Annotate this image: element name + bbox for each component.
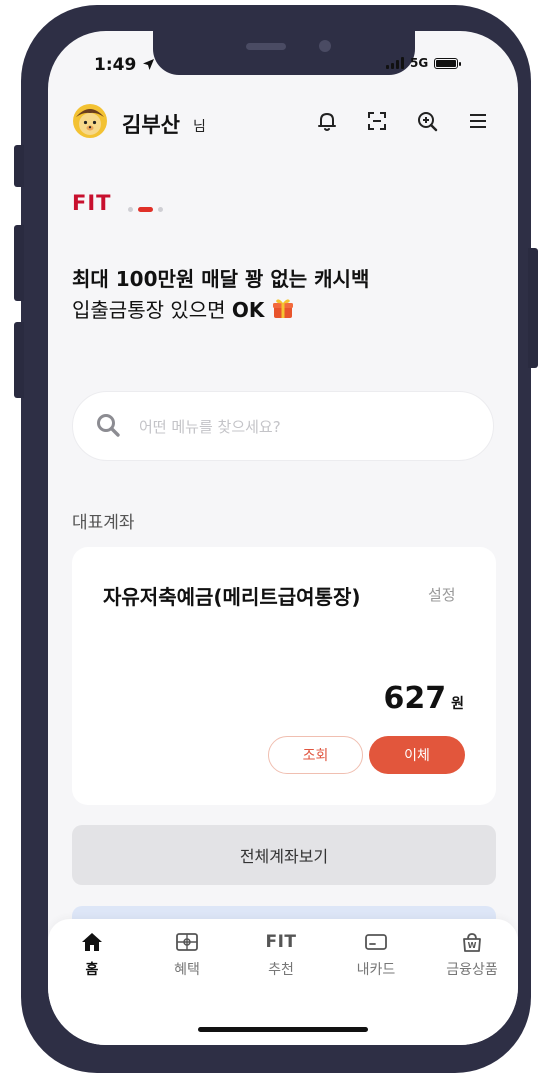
section-title: 대표계좌 xyxy=(72,513,135,533)
user-suffix: 님 xyxy=(193,119,206,135)
nav-item-benefits[interactable]: 혜택 xyxy=(152,931,222,979)
fit-icon-text: FIT xyxy=(265,932,297,952)
nav-item-my-card[interactable]: 내카드 xyxy=(341,931,411,979)
home-indicator[interactable] xyxy=(198,1027,368,1032)
mute-switch xyxy=(14,145,24,187)
carousel-indicator[interactable] xyxy=(128,207,163,212)
brand-logo: FIT xyxy=(72,191,112,215)
search-bar[interactable]: 어떤 메뉴를 찾으세요? xyxy=(72,391,494,461)
battery-icon xyxy=(434,57,462,69)
search-input[interactable]: 어떤 메뉴를 찾으세요? xyxy=(139,416,281,437)
volume-down-button xyxy=(14,322,24,398)
speaker xyxy=(246,43,286,50)
location-arrow-icon xyxy=(143,59,155,70)
nav-label: 추천 xyxy=(268,962,294,978)
account-settings-link[interactable]: 설정 xyxy=(428,584,456,605)
nav-label: 홈 xyxy=(85,962,99,978)
card-icon xyxy=(341,931,411,953)
promo-line-2-text: 입출금통장 있으면 xyxy=(72,298,232,322)
account-name: 자유저축예금(메리트급여통장) xyxy=(103,585,361,609)
search-icon xyxy=(95,412,121,442)
time-text: 1:49 xyxy=(94,55,137,75)
nav-item-recommend[interactable]: FIT 추천 xyxy=(246,931,316,979)
promo-line-1: 최대 100만원 매달 꽝 없는 캐시백 xyxy=(72,267,370,291)
scan-icon[interactable] xyxy=(363,107,391,135)
bell-icon[interactable] xyxy=(313,107,341,135)
app-header: 김부산 님 xyxy=(72,103,496,143)
balance-currency: 원 xyxy=(451,696,464,712)
home-icon xyxy=(57,931,127,953)
user-name: 김부산 xyxy=(122,113,180,137)
nav-item-financial-products[interactable]: W 금융상품 xyxy=(437,931,507,979)
signal-icon xyxy=(386,57,404,69)
promo-ok-text: OK xyxy=(231,298,265,322)
carousel-dot xyxy=(158,207,163,212)
account-balance: 627 원 xyxy=(383,681,464,716)
svg-text:W: W xyxy=(468,941,477,950)
transfer-button[interactable]: 이체 xyxy=(369,736,465,774)
network-type: 5G xyxy=(410,56,429,70)
carousel-dot-active xyxy=(138,207,153,212)
volume-up-button xyxy=(14,225,24,301)
zoom-in-icon[interactable] xyxy=(413,107,441,135)
nav-label: 금융상품 xyxy=(446,962,498,978)
carousel-dot xyxy=(128,207,133,212)
benefit-icon xyxy=(152,931,222,953)
front-camera xyxy=(319,40,331,52)
inquiry-button[interactable]: 조회 xyxy=(268,736,363,774)
menu-icon[interactable] xyxy=(464,107,492,135)
nav-item-home[interactable]: 홈 xyxy=(57,931,127,979)
app-screen: 1:49 5G 김부산 님 FIT 최대 100만원 매달 꽝 없는 캐시백 입… xyxy=(48,31,518,1045)
status-indicators: 5G xyxy=(386,56,462,70)
nav-label: 내카드 xyxy=(356,962,396,978)
financial-product-icon: W xyxy=(437,931,507,953)
view-all-accounts-button[interactable]: 전체계좌보기 xyxy=(72,825,496,885)
power-button xyxy=(528,248,538,368)
notch xyxy=(153,31,415,75)
nav-label: 혜택 xyxy=(174,962,200,978)
fit-icon: FIT xyxy=(246,931,316,953)
promo-banner[interactable]: 최대 100만원 매달 꽝 없는 캐시백 입출금통장 있으면 OK xyxy=(72,264,369,326)
promo-line-2: 입출금통장 있으면 OK xyxy=(72,295,369,326)
status-time: 1:49 xyxy=(94,55,155,75)
gift-icon xyxy=(273,299,294,318)
avatar[interactable] xyxy=(72,103,108,139)
primary-account-card[interactable]: 자유저축예금(메리트급여통장) 설정 627 원 조회 이체 xyxy=(72,547,496,805)
balance-amount: 627 xyxy=(383,681,447,716)
